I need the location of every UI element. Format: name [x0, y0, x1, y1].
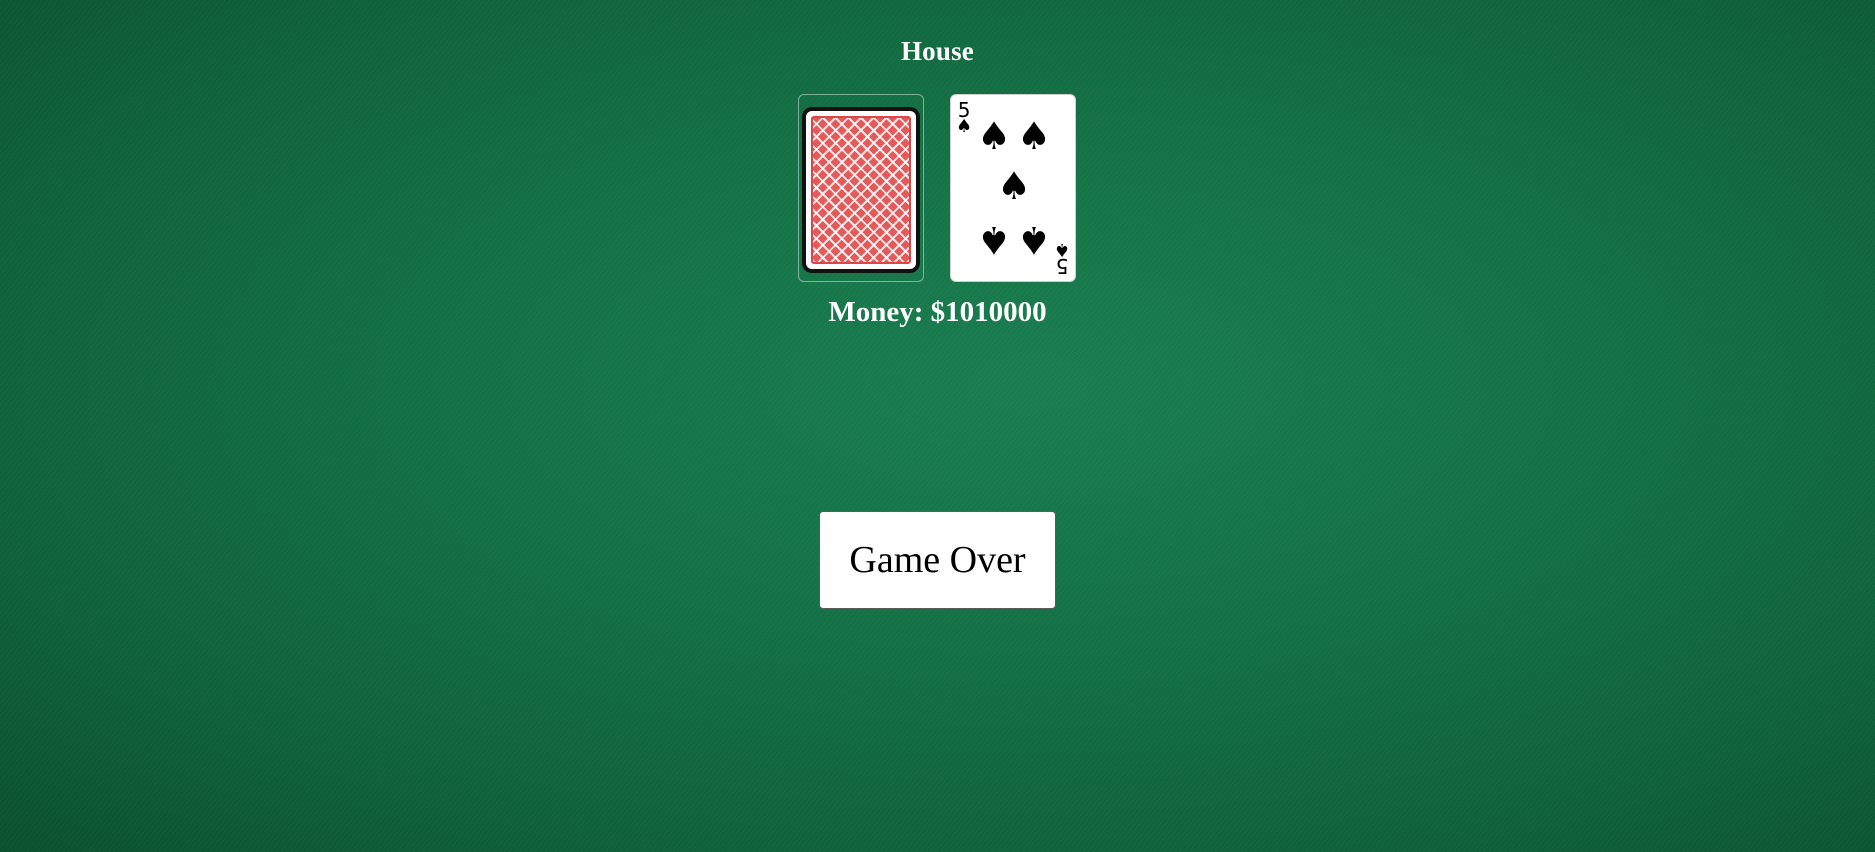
spade-icon: ♠: [1016, 218, 1052, 262]
game-over-button[interactable]: Game Over: [819, 511, 1056, 609]
house-label: House: [900, 36, 974, 66]
money-display: Money: $1010000: [828, 296, 1047, 328]
spade-icon: ♠: [976, 218, 1012, 262]
card-corner-top: 5 ♠: [956, 100, 972, 136]
face-down-card: [798, 94, 924, 282]
spade-icon: ♠: [1016, 114, 1052, 158]
five-of-spades-card: 5 ♠ ♠ ♠ ♠ ♠ ♠ 5 ♠: [950, 94, 1076, 282]
spade-icon: ♠: [1053, 239, 1070, 260]
card-back-pattern: [811, 116, 911, 264]
spade-icon: ♠: [996, 164, 1032, 208]
house-hand: 5 ♠ ♠ ♠ ♠ ♠ ♠ 5 ♠: [798, 94, 1076, 284]
card-back-frame: [802, 107, 920, 273]
spade-icon: ♠: [976, 114, 1012, 158]
blackjack-table: House 5 ♠ ♠ ♠ ♠ ♠ ♠ 5 ♠ Money: $1010000 …: [0, 0, 1875, 852]
spade-icon: ♠: [956, 116, 973, 137]
card-corner-bottom: 5 ♠: [1053, 239, 1070, 278]
